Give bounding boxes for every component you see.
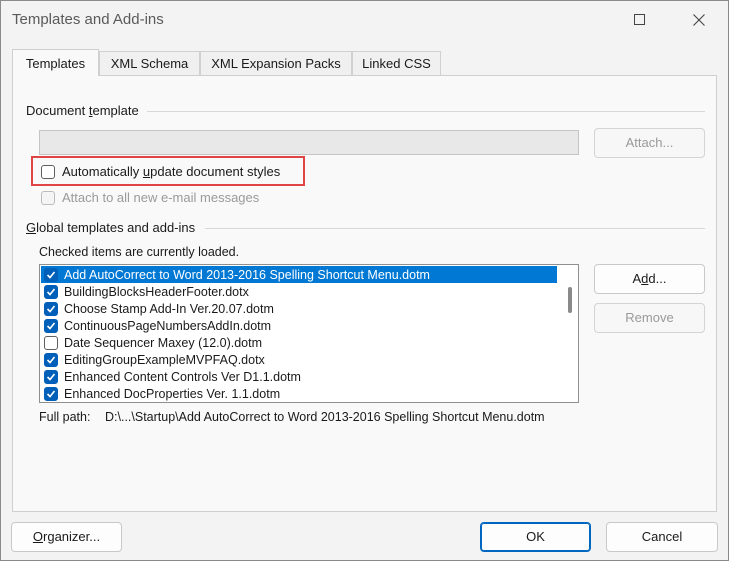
checkmark-icon [46, 304, 56, 313]
list-item-label: Choose Stamp Add-In Ver.20.07.dotm [64, 301, 274, 316]
checkbox-checked[interactable] [44, 386, 58, 401]
maximize-icon [634, 14, 645, 25]
list-item[interactable]: Enhanced Content Controls Ver D1.1.dotm [41, 368, 557, 385]
add-button[interactable]: Add... [594, 264, 705, 294]
tab-templates[interactable]: Templates [12, 49, 99, 76]
full-path-value: D:\...\Startup\Add AutoCorrect to Word 2… [105, 410, 545, 424]
maximize-button[interactable] [625, 7, 655, 33]
list-item[interactable]: BuildingBlocksHeaderFooter.dotx [41, 283, 557, 300]
templates-tab-panel: Document template Attach... Automaticall… [12, 75, 717, 512]
loaded-items-hint: Checked items are currently loaded. [39, 245, 240, 259]
checkmark-icon [46, 372, 56, 381]
group-divider [205, 228, 705, 229]
checkbox-checked[interactable] [44, 284, 58, 299]
cancel-button[interactable]: Cancel [606, 522, 718, 552]
group-divider [147, 111, 705, 112]
close-button[interactable] [684, 7, 714, 33]
templates-addins-dialog: Templates and Add-ins Templates XML Sche… [0, 0, 729, 561]
checkbox-checked[interactable] [44, 301, 58, 316]
list-item-label: Enhanced DocProperties Ver. 1.1.dotm [64, 386, 281, 401]
highlight-annotation-box [31, 156, 305, 186]
checkmark-icon [46, 287, 56, 296]
tab-xml-schema[interactable]: XML Schema [99, 51, 200, 75]
list-item-label: Add AutoCorrect to Word 2013-2016 Spelli… [64, 267, 430, 282]
checkmark-icon [46, 355, 56, 364]
document-template-group-label: Document template [26, 103, 139, 118]
checkbox-checked[interactable] [44, 352, 58, 367]
close-icon [693, 14, 705, 26]
tab-xml-expansion-packs[interactable]: XML Expansion Packs [200, 51, 352, 75]
remove-button[interactable]: Remove [594, 303, 705, 333]
list-item[interactable]: Date Sequencer Maxey (12.0).dotm [41, 334, 557, 351]
list-item[interactable]: Choose Stamp Add-In Ver.20.07.dotm [41, 300, 557, 317]
checkmark-icon [46, 389, 56, 398]
checkbox-checked[interactable] [44, 318, 58, 333]
list-item[interactable]: Add AutoCorrect to Word 2013-2016 Spelli… [41, 266, 557, 283]
list-item-label: Enhanced Content Controls Ver D1.1.dotm [64, 369, 301, 384]
list-item[interactable]: Enhanced DocProperties Ver. 1.1.dotm [41, 385, 557, 402]
document-template-path-field[interactable] [39, 130, 579, 155]
tab-linked-css[interactable]: Linked CSS [352, 51, 441, 75]
attach-button[interactable]: Attach... [594, 128, 705, 158]
global-templates-list[interactable]: Add AutoCorrect to Word 2013-2016 Spelli… [39, 264, 579, 403]
list-item-label: EditingGroupExampleMVPFAQ.dotx [64, 352, 265, 367]
checkbox-unchecked[interactable] [44, 335, 58, 350]
ok-button[interactable]: OK [480, 522, 591, 552]
list-item[interactable]: EditingGroupExampleMVPFAQ.dotx [41, 351, 557, 368]
global-templates-group-label: Global templates and add-ins [26, 220, 196, 235]
full-path-label: Full path: [39, 410, 91, 424]
checkbox-checked[interactable] [44, 267, 58, 282]
list-item[interactable]: ContinuousPageNumbersAddIn.dotm [41, 317, 557, 334]
list-item-label: ContinuousPageNumbersAddIn.dotm [64, 318, 272, 333]
list-item-label: BuildingBlocksHeaderFooter.dotx [64, 284, 249, 299]
attach-email-checkbox[interactable]: Attach to all new e-mail messages [41, 190, 259, 205]
checkbox-checked[interactable] [44, 369, 58, 384]
list-item-label: Date Sequencer Maxey (12.0).dotm [64, 335, 263, 350]
attach-email-label: Attach to all new e-mail messages [62, 190, 260, 205]
checkbox-box [41, 190, 55, 205]
list-scrollbar[interactable] [568, 287, 572, 313]
title-bar[interactable]: Templates and Add-ins [1, 1, 728, 39]
dialog-title: Templates and Add-ins [12, 11, 164, 28]
checkmark-icon [46, 321, 56, 330]
checkmark-icon [46, 270, 56, 279]
organizer-button[interactable]: Organizer... [11, 522, 122, 552]
